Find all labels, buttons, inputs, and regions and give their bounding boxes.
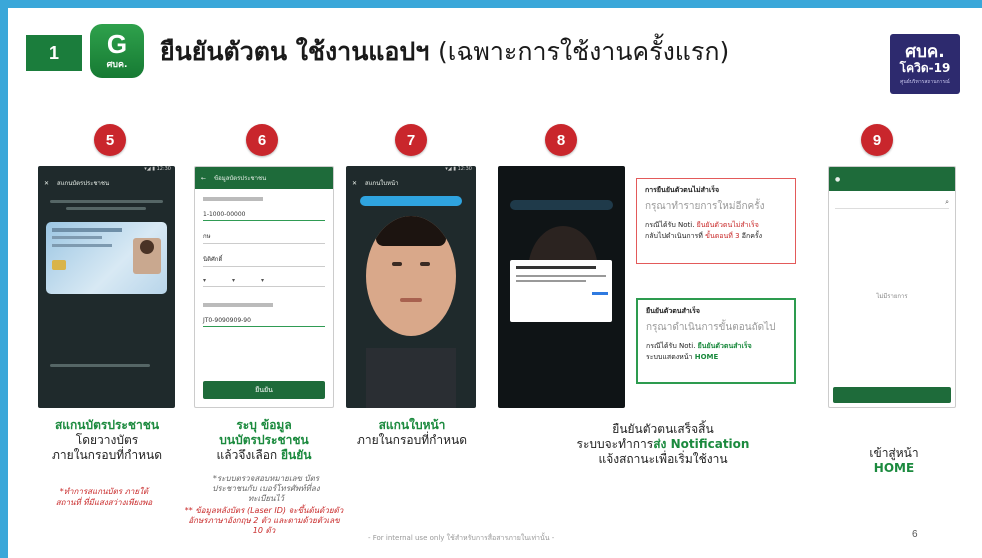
fail-text-c: กลับไปดำเนินการที่ (645, 232, 706, 240)
phone-screen-face-scan: ▾◢ ▮ 12:30 ✕ สแกนใบหน้า (346, 166, 476, 408)
note-step6-gray: *ระบบตรวจสอบหมายเลข บัตรประชาชนกับ เบอร์… (212, 474, 320, 503)
caption5-line3: ภายในกรอบที่กำหนด (51, 448, 163, 462)
caption8-line2: ระบบจะทำการส่ง Notification (538, 437, 788, 452)
success-text-d: HOME (694, 353, 719, 361)
caption5-line2: โดยวางบัตร (75, 433, 139, 447)
id-card-image (46, 222, 167, 294)
app-logo-icon: ● (835, 175, 841, 183)
note-step6-red: ** ข้อมูลหลังบัตร (Laser ID) จะขึ้นต้นด้… (184, 506, 344, 535)
popup-verify-failed: การยืนยันตัวตนไม่สำเร็จ กรุณาทำรายการใหม… (636, 178, 796, 264)
p6-field-surname[interactable]: นิติศักดิ์ (203, 252, 325, 267)
page-title: ยืนยันตัวตน ใช้งานแอปฯ (เฉพาะการใช้งานคร… (160, 32, 729, 72)
logo-line2: โควิด-19 (899, 60, 951, 75)
p6-dob-selects[interactable]: ▾ ▾ ▾ (203, 275, 325, 287)
success-text: กรณีได้รับ Noti. ยืนยันตัวตนสำเร็จ ระบบแ… (646, 341, 786, 363)
success-text-a: กรณีได้รับ Noti. (646, 342, 698, 350)
fail-title: การยืนยันตัวตนไม่สำเร็จ (645, 186, 720, 194)
home-empty-text: ไม่มีรายการ (876, 293, 908, 300)
p7-instruction-pill (360, 196, 462, 206)
caption6-line1: ระบุ ข้อมูล (236, 418, 292, 432)
caption8-line2a: ระบบจะทำการ (576, 437, 654, 451)
app-icon: G ศบค. (90, 24, 144, 78)
caption6-line3: แล้วจึงเลือก ยืนยัน (184, 448, 344, 463)
caption7-line2: ภายในกรอบที่กำหนด (356, 433, 468, 447)
title-bold: ยืนยันตัวตน ใช้งานแอปฯ (160, 37, 430, 66)
top-accent-bar (8, 0, 982, 8)
fail-text-a: กรณีได้รับ Noti. (645, 221, 697, 229)
search-icon[interactable]: ⌕ (945, 198, 949, 207)
face-frame (366, 216, 456, 336)
back-arrow-icon[interactable]: ← (201, 175, 206, 182)
caption8-line3: แจ้งสถานะเพื่อเริ่มใช้งาน (598, 452, 728, 466)
step-badge-6: 6 (246, 124, 278, 156)
step-badge-5: 5 (94, 124, 126, 156)
fail-text: กรณีได้รับ Noti. ยืนยันตัวตนไม่สำเร็จ กล… (645, 220, 787, 242)
close-icon[interactable]: ✕ (44, 180, 49, 187)
popup-verify-success: ยืนยันตัวตนสำเร็จ กรุณาดำเนินการขั้นตอนถ… (636, 298, 796, 384)
step-badge-9: 9 (861, 124, 893, 156)
caption9-line1: เข้าสู่หน้า (869, 446, 919, 460)
home-bottom-button[interactable] (833, 387, 951, 403)
phone-screen-id-form: ← ข้อมูลบัตรประชาชน 1-1000-00000 กษ นิติ… (194, 166, 334, 408)
p6-field-laser[interactable]: JT0-9090909-90 (203, 315, 325, 327)
fail-text-e: อีกครั้ง (739, 232, 763, 240)
caption-step7: สแกนใบหน้า ภายในกรอบที่กำหนด (338, 418, 486, 448)
caption-step8: ยืนยันตัวตนเสร็จสิ้น ระบบจะทำการส่ง Noti… (538, 422, 788, 467)
caption5-line1: สแกนบัตรประชาชน (54, 418, 160, 432)
p7-title: สแกนใบหน้า (365, 180, 399, 187)
app-icon-letter: G (106, 29, 128, 59)
step-badge-7: 7 (395, 124, 427, 156)
p6-title: ข้อมูลบัตรประชาชน (214, 175, 267, 182)
p6-field-id[interactable]: 1-1000-00000 (203, 209, 325, 221)
success-text-b: ยืนยันตัวตนสำเร็จ (697, 342, 752, 350)
phone-screen-home: ● ⌕ ไม่มีรายการ (828, 166, 956, 408)
home-search-bar[interactable]: ⌕ (835, 197, 949, 209)
fail-text-d: ขั้นตอนที่ 3 (705, 232, 740, 240)
section-number: 1 (26, 35, 82, 71)
success-text-c: ระบบแสดงหน้า (646, 353, 695, 361)
caption7-line1: สแกนใบหน้า (378, 418, 446, 432)
success-subtitle: กรุณาดำเนินการขั้นตอนถัดไป (646, 322, 776, 333)
fail-text-b: ยืนยันตัวตนไม่สำเร็จ (696, 221, 759, 229)
footer-note: - For internal use only ใช้สำหรับการสื่อ… (368, 534, 555, 542)
success-title: ยืนยันตัวตนสำเร็จ (646, 307, 701, 315)
page-number: 6 (912, 529, 918, 540)
caption8-line1: ยืนยันตัวตนเสร็จสิ้น (612, 422, 714, 436)
title-light: (เฉพาะการใช้งานครั้งแรก) (438, 37, 730, 66)
covid-center-logo: ศบค. โควิด-19 ศูนย์บริหารสถานการณ์ (890, 34, 960, 94)
fail-subtitle: กรุณาทำรายการใหม่อีกครั้ง (645, 201, 765, 212)
caption6-line3a: แล้วจึงเลือก (216, 448, 281, 462)
p6-field-name[interactable]: กษ (203, 229, 325, 244)
p6-confirm-button[interactable]: ยืนยัน (203, 381, 325, 399)
step-badge-8: 8 (545, 124, 577, 156)
caption6-line3b: ยืนยัน (281, 448, 312, 462)
phone-screen-id-scan: ▾◢ ▮ 12:30 ✕ สแกนบัตรประชาชน (38, 166, 175, 408)
caption-step9: เข้าสู่หน้า HOME (834, 446, 954, 476)
caption-step5: สแกนบัตรประชาชน โดยวางบัตร ภายในกรอบที่ก… (24, 418, 190, 463)
close-icon[interactable]: ✕ (352, 180, 357, 187)
caption8-line2b: ส่ง Notification (653, 437, 750, 451)
caption6-line2: บนบัตรประชาชน (219, 433, 309, 447)
notification-dialog (510, 260, 612, 322)
p5-title: สแกนบัตรประชาชน (57, 180, 110, 187)
caption-step6: ระบุ ข้อมูล บนบัตรประชาชน แล้วจึงเลือก ย… (184, 418, 344, 463)
phone-screen-dialog (498, 166, 625, 408)
slide: 1 G ศบค. ยืนยันตัวตน ใช้งานแอปฯ (เฉพาะกา… (0, 0, 982, 558)
logo-line3: ศูนย์บริหารสถานการณ์ (900, 78, 950, 85)
logo-line1: ศบค. (905, 41, 945, 62)
note-step5: *ทำการสแกนบัตร ภายใต้สถานที่ ที่มีแสงสว่… (55, 487, 153, 507)
caption9-line2: HOME (873, 461, 915, 475)
app-icon-text: ศบค. (106, 60, 128, 70)
